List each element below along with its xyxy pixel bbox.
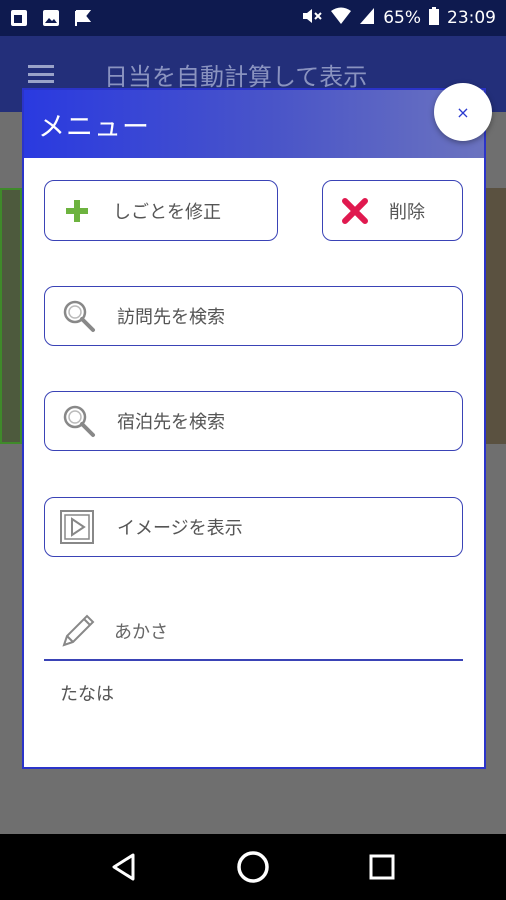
edit-job-label: しごとを修正 <box>113 201 221 223</box>
status-bar: 65% 23:09 <box>0 0 506 36</box>
delete-label: 削除 <box>389 201 425 223</box>
app-title: 日当を自動計算して表示 <box>104 62 368 91</box>
mute-icon <box>301 7 323 30</box>
search-lodging-button[interactable]: 宿泊先を検索 <box>44 391 463 451</box>
dialog-title: メニュー <box>38 111 150 143</box>
wifi-icon <box>331 7 352 30</box>
signal-icon <box>359 7 375 30</box>
search-visit-label: 訪問先を検索 <box>117 307 225 328</box>
close-button[interactable]: × <box>434 83 492 141</box>
delete-button[interactable]: 削除 <box>322 180 463 241</box>
back-icon[interactable] <box>106 849 142 885</box>
play-icon <box>59 509 95 545</box>
navigation-bar <box>0 834 506 900</box>
close-icon: × <box>456 102 470 122</box>
search-visit-destination-button[interactable]: 訪問先を検索 <box>44 286 463 346</box>
search-icon <box>61 403 97 439</box>
battery-icon <box>429 6 439 30</box>
show-image-button[interactable]: イメージを表示 <box>44 497 463 557</box>
image-notification-icon <box>42 9 60 27</box>
delete-x-icon <box>341 197 369 225</box>
menu-icon[interactable] <box>28 65 54 83</box>
plus-icon <box>65 199 89 223</box>
background-image-left <box>0 188 22 444</box>
memo-label: あかさ <box>114 622 168 643</box>
pencil-icon <box>58 611 98 651</box>
memo-text: たなは <box>60 684 114 705</box>
home-icon[interactable] <box>235 849 271 885</box>
search-icon <box>61 298 97 334</box>
dialog-header: メニュー <box>24 90 484 158</box>
recents-icon[interactable] <box>364 849 400 885</box>
memo-input[interactable]: あかさ <box>44 603 463 661</box>
edit-job-button[interactable]: しごとを修正 <box>44 180 278 241</box>
clock: 23:09 <box>447 8 496 28</box>
flag-notification-icon <box>74 9 92 27</box>
notification-icon <box>10 9 28 27</box>
show-image-label: イメージを表示 <box>117 518 243 539</box>
background-image-right <box>484 188 506 444</box>
search-lodging-label: 宿泊先を検索 <box>117 412 225 433</box>
battery-percent: 65% <box>383 8 421 28</box>
